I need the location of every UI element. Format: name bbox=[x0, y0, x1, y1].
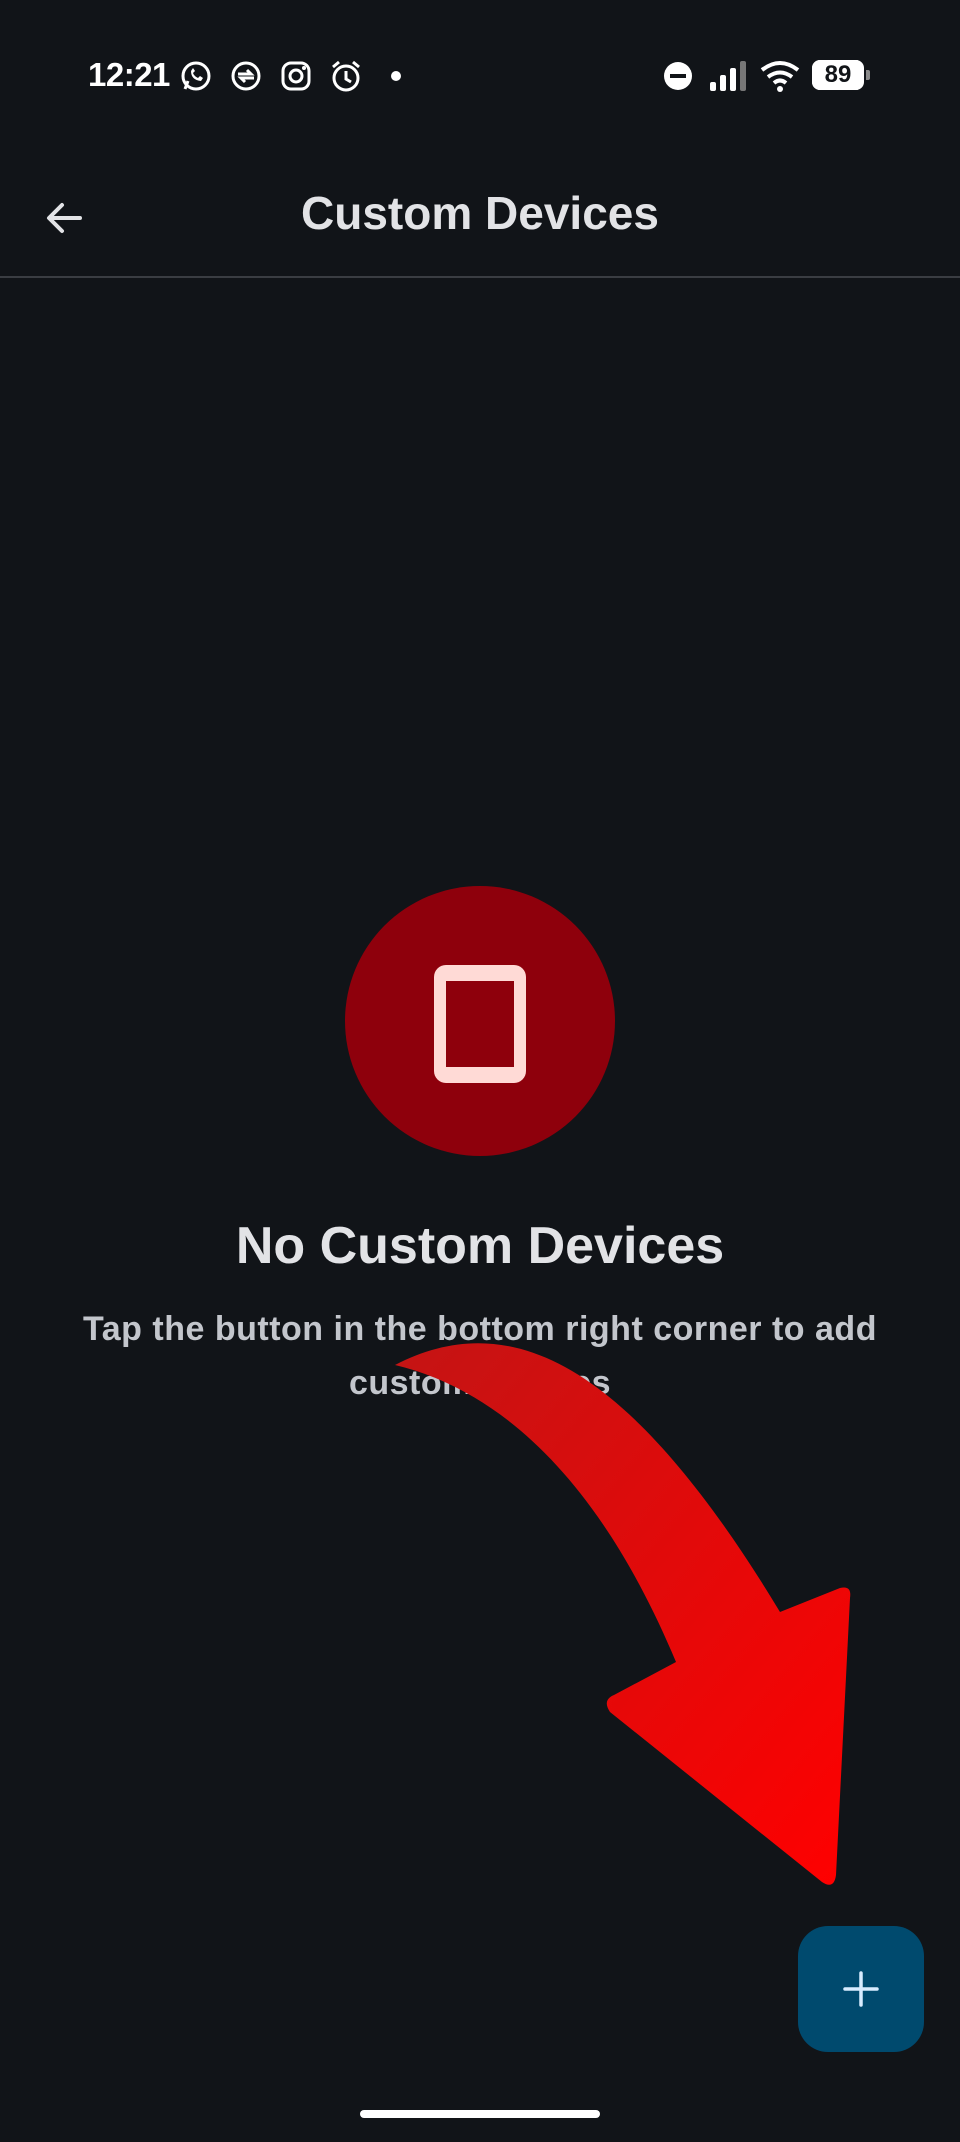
screen: 12:21 89 Custom Devices No Custom Device… bbox=[0, 0, 960, 2142]
instagram-icon bbox=[278, 58, 314, 94]
app-bar: Custom Devices bbox=[0, 150, 960, 278]
sync-icon bbox=[228, 58, 264, 94]
gesture-navigation-bar[interactable] bbox=[360, 2110, 600, 2118]
empty-state-title: No Custom Devices bbox=[235, 1217, 725, 1275]
status-time: 12:21 bbox=[88, 56, 170, 93]
empty-state-subtitle: Tap the button in the bottom right corne… bbox=[83, 1310, 877, 1402]
status-bar: 12:21 89 bbox=[0, 0, 960, 150]
wifi-icon bbox=[760, 58, 800, 94]
alarm-icon bbox=[328, 58, 364, 94]
battery-body: 89 bbox=[812, 60, 864, 90]
battery-icon: 89 bbox=[812, 60, 870, 90]
plus-icon bbox=[843, 1971, 879, 2007]
add-device-button[interactable] bbox=[798, 1926, 924, 2052]
empty-state-icon-circle bbox=[345, 886, 615, 1156]
do-not-disturb-icon bbox=[660, 58, 696, 94]
battery-percent: 89 bbox=[824, 61, 852, 88]
signal-icon bbox=[708, 58, 750, 94]
dot-icon bbox=[378, 58, 414, 94]
smartphone-icon bbox=[434, 965, 526, 1083]
whatsapp-icon bbox=[178, 58, 214, 94]
page-title: Custom Devices bbox=[301, 187, 659, 239]
battery-tip bbox=[866, 70, 870, 80]
